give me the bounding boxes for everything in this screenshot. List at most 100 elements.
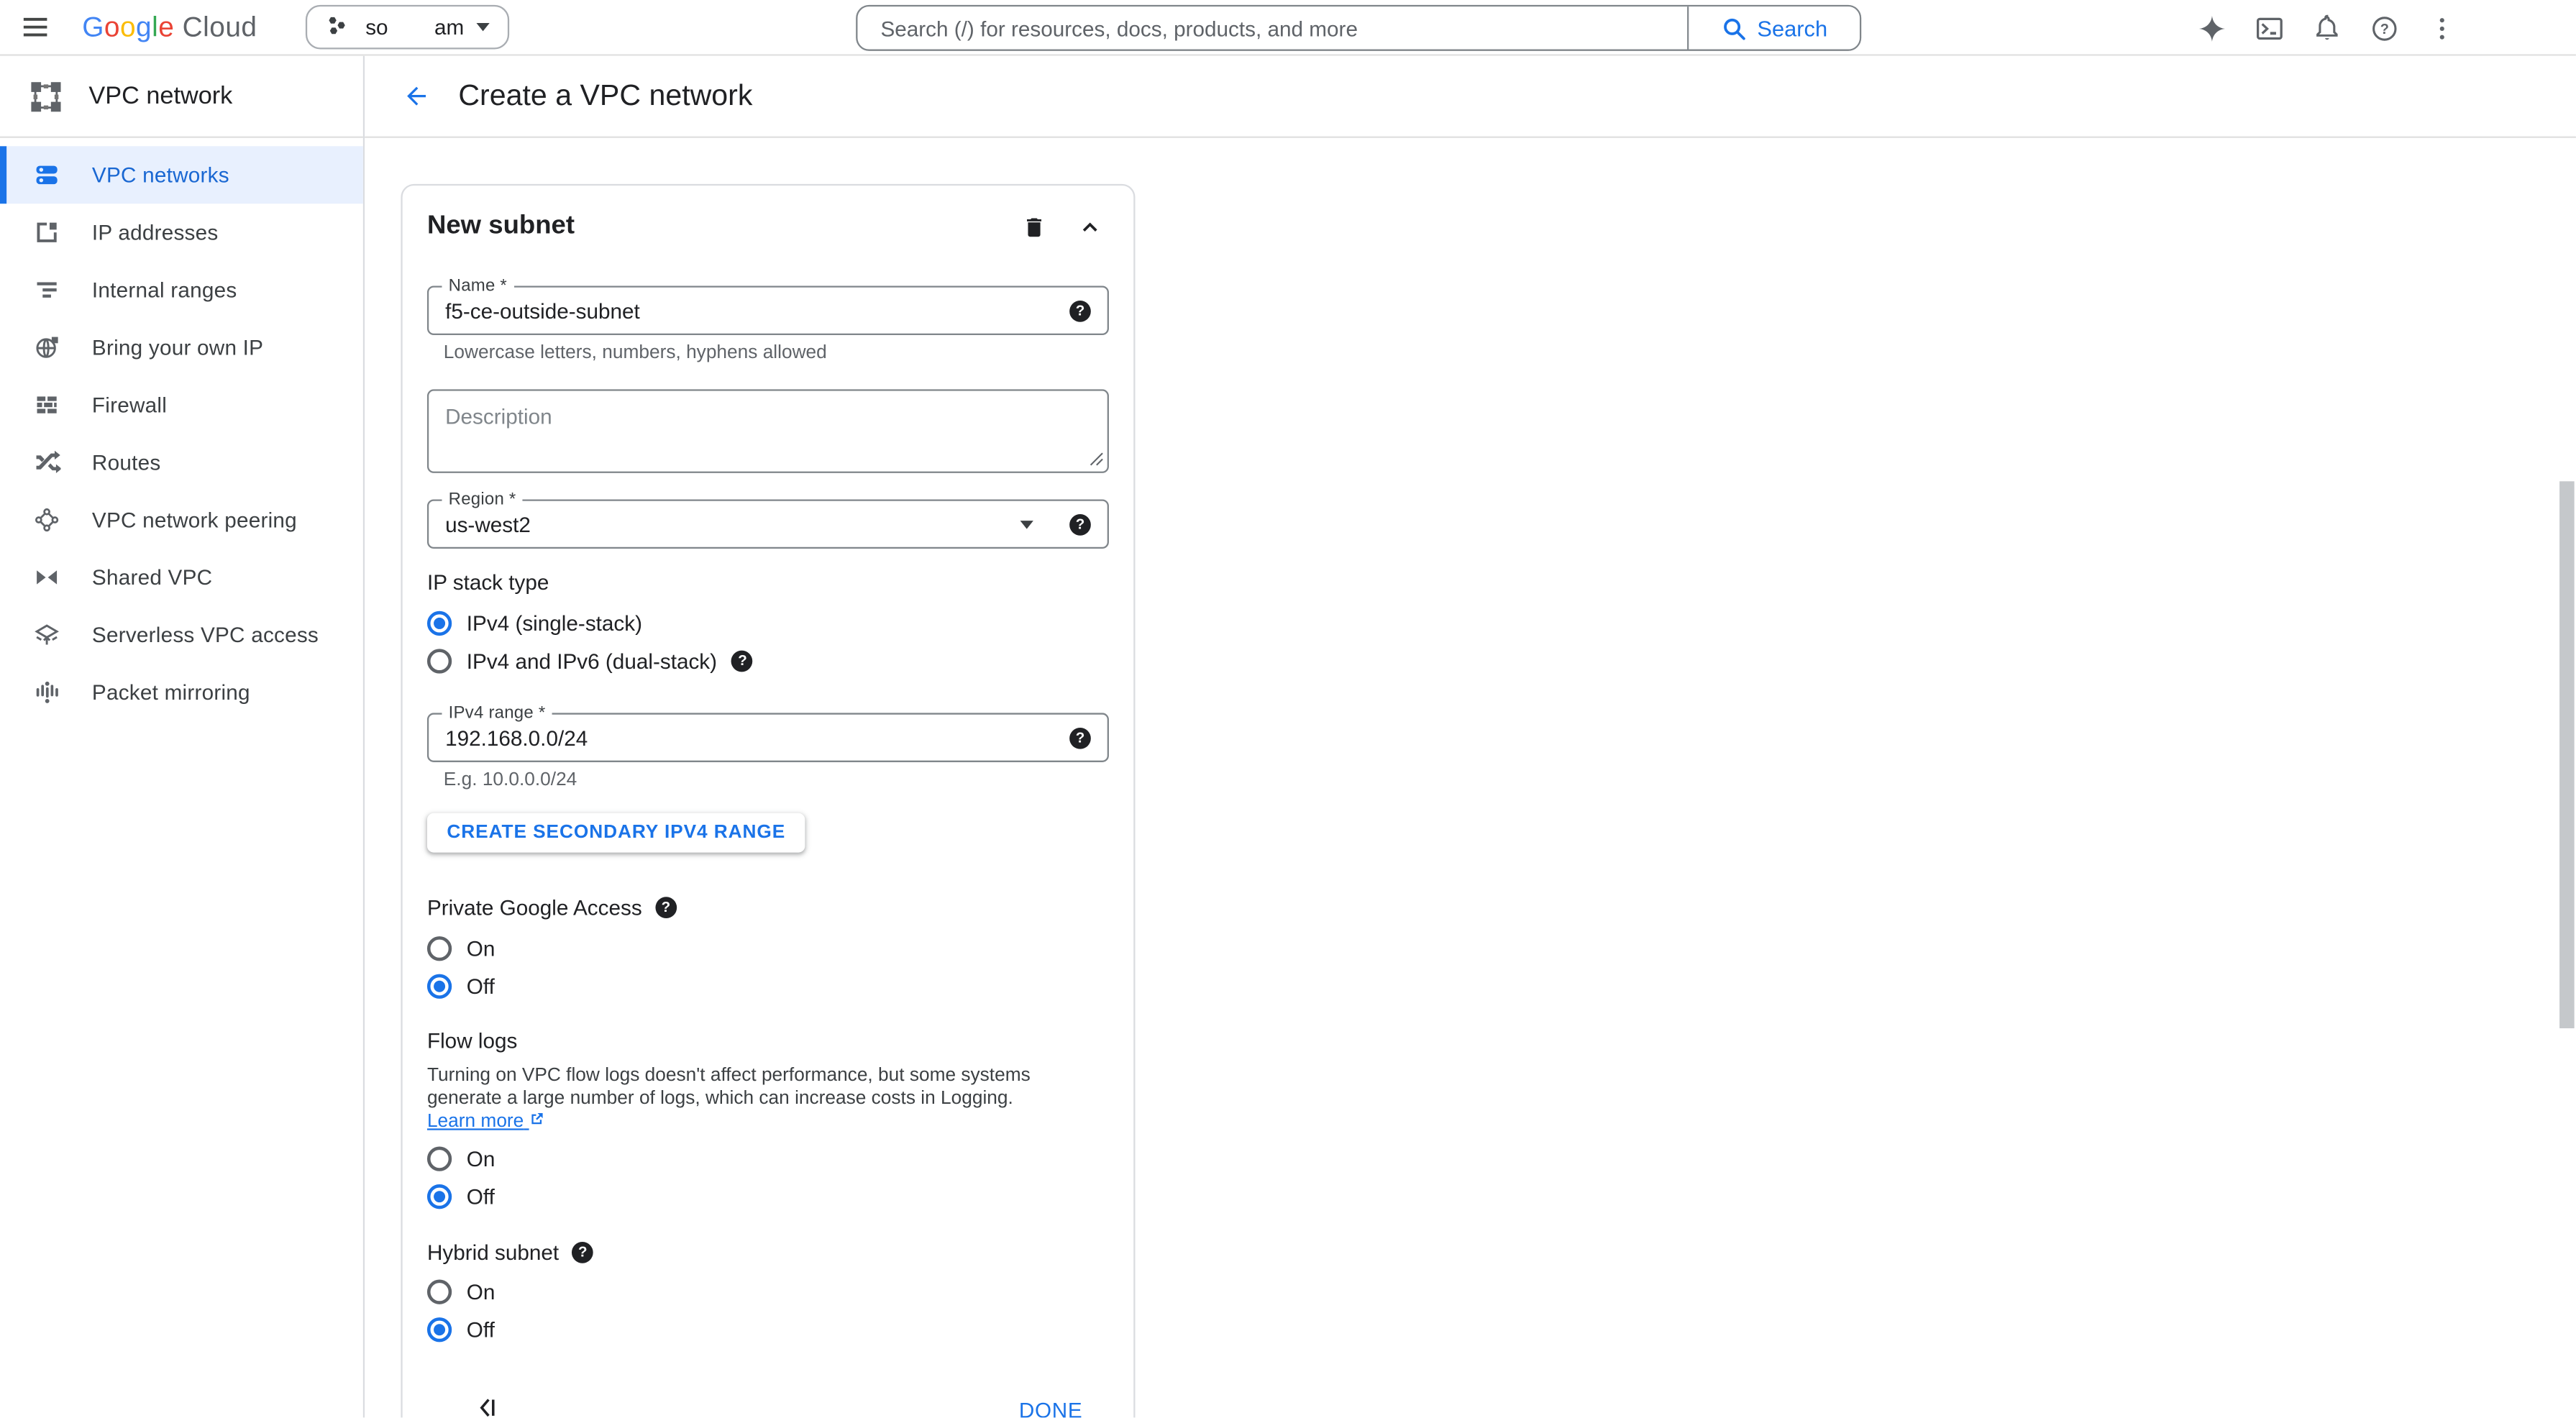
- radio-label: Off: [467, 974, 495, 998]
- sidebar-item-label: Internal ranges: [92, 278, 237, 302]
- serverless-vpc-icon: [33, 621, 61, 649]
- sidebar-item-routes[interactable]: Routes: [0, 434, 363, 491]
- cloud-shell-icon[interactable]: [2249, 8, 2288, 47]
- page-title: Create a VPC network: [458, 79, 752, 114]
- back-button[interactable]: [396, 76, 436, 116]
- dual-stack-help-icon[interactable]: ?: [732, 649, 754, 671]
- name-input[interactable]: [445, 298, 1069, 323]
- sidebar-item-packet-mirroring[interactable]: Packet mirroring: [0, 664, 363, 721]
- radio-selected-icon: [427, 974, 452, 998]
- svg-text:?: ?: [2380, 21, 2388, 37]
- radio-flow-logs-off[interactable]: Off: [427, 1180, 1109, 1213]
- logo-letter: o: [104, 11, 120, 44]
- sidebar-item-shared-vpc[interactable]: Shared VPC: [0, 549, 363, 606]
- logo-letter: g: [136, 11, 152, 44]
- radio-unselected-icon: [427, 1280, 452, 1304]
- sidebar-header: VPC network: [0, 56, 363, 138]
- delete-subnet-button[interactable]: [1013, 207, 1053, 247]
- ip-stack-type-label: IP stack type: [427, 570, 1109, 595]
- sidebar-item-serverless-vpc-access[interactable]: Serverless VPC access: [0, 606, 363, 664]
- project-selector[interactable]: so am: [306, 5, 510, 50]
- gemini-sparkle-icon[interactable]: [2191, 8, 2231, 47]
- name-field-label: Name *: [442, 276, 514, 296]
- radio-label: Off: [467, 1317, 495, 1342]
- radio-hybrid-off[interactable]: Off: [427, 1313, 1109, 1346]
- sidebar-item-label: Bring your own IP: [92, 335, 263, 360]
- sidebar-item-ip-addresses[interactable]: IP addresses: [0, 203, 363, 261]
- chevron-down-icon: [478, 23, 490, 31]
- hybrid-subnet-help-icon[interactable]: ?: [572, 1241, 593, 1263]
- description-field: [427, 389, 1109, 473]
- sidebar-item-vpc-networks[interactable]: VPC networks: [0, 146, 363, 203]
- radio-unselected-icon: [427, 648, 452, 672]
- help-icon[interactable]: ?: [2364, 8, 2403, 47]
- firewall-icon: [33, 391, 61, 419]
- google-cloud-logo[interactable]: Google Cloud: [82, 11, 257, 44]
- radio-hybrid-on[interactable]: On: [427, 1276, 1109, 1309]
- ipv4-range-input[interactable]: [445, 726, 1069, 750]
- search-icon: [1721, 16, 1745, 40]
- scrollbar-thumb[interactable]: [2559, 481, 2575, 1028]
- name-helper-text: Lowercase letters, numbers, hyphens allo…: [444, 343, 1109, 362]
- name-help-icon[interactable]: ?: [1069, 300, 1091, 321]
- flow-logs-label: Flow logs: [427, 1028, 1109, 1053]
- sidebar-item-vpc-network-peering[interactable]: VPC network peering: [0, 491, 363, 549]
- vpc-network-product-icon: [27, 76, 66, 116]
- packet-mirroring-icon: [33, 678, 61, 706]
- app-window: Google Cloud so am Search: [0, 0, 2576, 1417]
- radio-selected-icon: [427, 1184, 452, 1209]
- card-title: New subnet: [427, 212, 997, 242]
- radio-ipv4-single-stack[interactable]: IPv4 (single-stack): [427, 606, 1109, 639]
- radio-label: IPv4 and IPv6 (dual-stack): [467, 648, 717, 672]
- collapse-subnet-button[interactable]: [1069, 207, 1109, 247]
- collapse-sidebar-icon[interactable]: [475, 1396, 498, 1418]
- search-button-label: Search: [1757, 16, 1827, 40]
- top-bar: Google Cloud so am Search: [0, 0, 2576, 56]
- done-button[interactable]: DONE: [1019, 1397, 1083, 1418]
- search-button[interactable]: Search: [1689, 6, 1860, 49]
- sidebar-item-firewall[interactable]: Firewall: [0, 376, 363, 434]
- sidebar-item-internal-ranges[interactable]: Internal ranges: [0, 261, 363, 319]
- region-field-label: Region *: [442, 490, 523, 509]
- dropdown-caret-icon: [1020, 520, 1033, 528]
- global-search: Search: [856, 5, 1861, 51]
- learn-more-link[interactable]: Learn more: [427, 1112, 546, 1132]
- sidebar: VPC network VPC networks IP addresses: [0, 56, 365, 1418]
- radio-selected-icon: [427, 610, 452, 635]
- new-subnet-card: New subnet Name * ? Lowercase letters, n…: [401, 184, 1135, 1418]
- region-field[interactable]: Region * us-west2 ?: [427, 499, 1109, 549]
- radio-pga-on[interactable]: On: [427, 931, 1109, 964]
- name-field: Name * ?: [427, 285, 1109, 335]
- ipv4-range-helper-text: E.g. 10.0.0.0/24: [444, 770, 1109, 790]
- search-input[interactable]: [857, 6, 1687, 49]
- description-input[interactable]: [427, 389, 1109, 473]
- radio-label: On: [467, 1147, 495, 1171]
- sidebar-item-bring-your-own-ip[interactable]: Bring your own IP: [0, 319, 363, 376]
- shared-vpc-icon: [33, 564, 61, 592]
- sidebar-item-label: Serverless VPC access: [92, 623, 319, 647]
- radio-ipv4-ipv6-dual-stack[interactable]: IPv4 and IPv6 (dual-stack) ?: [427, 644, 1109, 677]
- region-help-icon[interactable]: ?: [1069, 513, 1091, 535]
- radio-unselected-icon: [427, 936, 452, 960]
- create-secondary-ipv4-range-button[interactable]: CREATE SECONDARY IPV4 RANGE: [427, 813, 805, 853]
- peering-icon: [33, 506, 61, 534]
- radio-label: Off: [467, 1184, 495, 1209]
- ipv4-range-help-icon[interactable]: ?: [1069, 727, 1091, 749]
- sidebar-item-label: Firewall: [92, 393, 167, 417]
- radio-unselected-icon: [427, 1147, 452, 1171]
- radio-pga-off[interactable]: Off: [427, 969, 1109, 1002]
- menu-icon[interactable]: [15, 7, 55, 47]
- project-name-left: so: [365, 15, 388, 40]
- sidebar-item-label: Packet mirroring: [92, 680, 250, 705]
- radio-label: On: [467, 1280, 495, 1304]
- card-actions: DONE: [427, 1396, 1109, 1418]
- more-vert-icon[interactable]: [2421, 8, 2461, 47]
- logo-letter: e: [158, 11, 174, 44]
- notifications-bell-icon[interactable]: [2306, 8, 2346, 47]
- private-google-access-help-icon[interactable]: ?: [655, 897, 677, 918]
- logo-letter: G: [82, 11, 104, 44]
- routes-icon: [33, 449, 61, 477]
- radio-flow-logs-on[interactable]: On: [427, 1143, 1109, 1176]
- ip-addresses-icon: [33, 219, 61, 247]
- region-value: us-west2: [445, 512, 1020, 536]
